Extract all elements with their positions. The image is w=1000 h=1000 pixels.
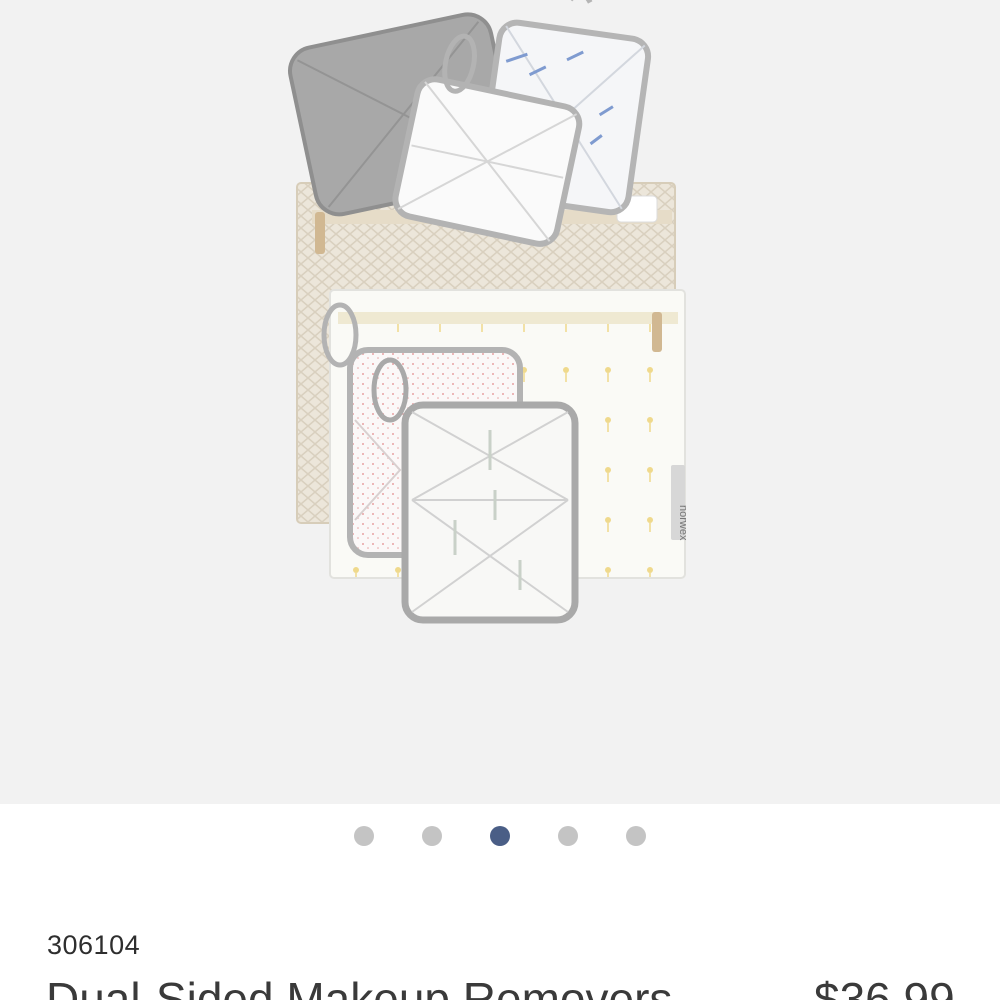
carousel-dot-1[interactable] [354, 826, 374, 846]
product-image: norwex [288, 0, 689, 624]
carousel-dot-5[interactable] [626, 826, 646, 846]
product-image-carousel[interactable]: norwex [0, 0, 1000, 804]
product-sku: 306104 [47, 930, 141, 960]
carousel-dot-4[interactable] [558, 826, 578, 846]
brand-tag: norwex [677, 505, 689, 541]
carousel-pagination [0, 818, 1000, 854]
product-page: norwex 306104 Dual-Sided Makeup Removers [0, 0, 1000, 1000]
carousel-dot-2[interactable] [422, 826, 442, 846]
carousel-dot-3[interactable] [490, 826, 510, 846]
product-title: Dual-Sided Makeup Removers [46, 973, 673, 1000]
product-price: $36.99 [814, 973, 955, 1000]
